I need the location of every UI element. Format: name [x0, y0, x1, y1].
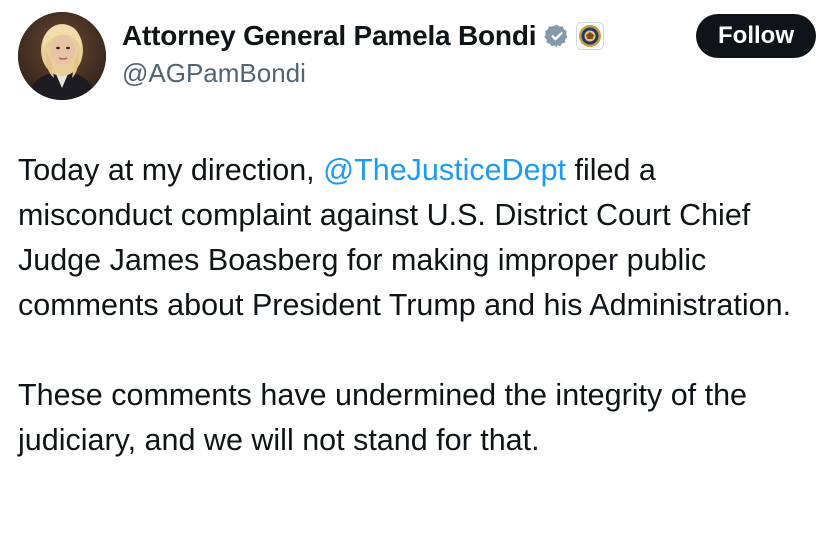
user-handle[interactable]: @AGPamBondi [122, 58, 604, 89]
doj-seal-icon[interactable] [576, 22, 605, 50]
tweet-header: Attorney General Pamela Bondi @AGPamBond… [18, 12, 818, 102]
profile-photo [18, 12, 106, 100]
display-name[interactable]: Attorney General Pamela Bondi [122, 20, 537, 52]
display-name-row: Attorney General Pamela Bondi [122, 16, 605, 56]
verified-badge-icon[interactable] [544, 23, 570, 49]
tweet-text-segment: Today at my direction, [18, 153, 324, 187]
tweet-text: Today at my direction, @TheJusticeDept f… [18, 148, 818, 463]
avatar[interactable] [18, 12, 106, 100]
tweet-paragraph-1: Today at my direction, @TheJusticeDept f… [18, 148, 818, 328]
user-names: Attorney General Pamela Bondi @AGPamBond… [122, 16, 605, 89]
follow-button[interactable]: Follow [696, 14, 816, 58]
tweet: Attorney General Pamela Bondi @AGPamBond… [0, 0, 830, 540]
mention-link[interactable]: @TheJusticeDept [323, 153, 566, 187]
tweet-paragraph-2: These comments have undermined the integ… [18, 378, 748, 457]
